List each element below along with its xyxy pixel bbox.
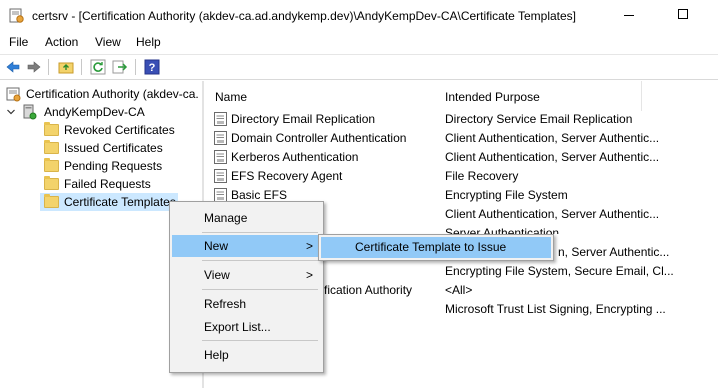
menu-item-new[interactable]: New > [172, 235, 321, 257]
certificate-template-icon [214, 112, 227, 126]
menu-item-label: View [204, 268, 230, 282]
template-name: Directory Email Replication [231, 112, 376, 126]
menu-separator [202, 340, 318, 341]
ca-server-icon [23, 104, 37, 120]
template-purpose: Encrypting File System [445, 188, 568, 202]
certificate-template-icon [214, 150, 227, 164]
folder-icon [44, 158, 59, 172]
window-title: certsrv - [Certification Authority (akde… [32, 9, 576, 23]
tree-item-certificate-templates[interactable]: Certificate Templates [40, 193, 178, 211]
certificate-template-icon [214, 188, 227, 202]
folder-icon [44, 176, 59, 190]
certificate-template-icon [214, 169, 227, 183]
template-name: fication Authority [324, 283, 413, 297]
tree-item-label: Certification Authority (akdev-ca. [26, 87, 199, 101]
back-arrow-icon[interactable] [5, 59, 21, 75]
menu-item-label: New [204, 239, 229, 253]
tree-item-label: Revoked Certificates [64, 123, 175, 137]
menu-separator [202, 232, 318, 233]
toolbar-separator [48, 59, 49, 75]
template-purpose: Client Authentication, Server Authentic.… [445, 150, 660, 164]
template-name: Kerberos Authentication [231, 150, 359, 164]
template-purpose: Directory Service Email Replication [445, 112, 633, 126]
refresh-icon[interactable] [90, 59, 106, 75]
submenu-arrow-icon: > [306, 268, 314, 282]
template-purpose: n, Server Authentic... [558, 245, 670, 259]
folder-icon [44, 140, 59, 154]
template-purpose: <All> [445, 283, 473, 297]
tree-item-revoked-certificates[interactable]: Revoked Certificates [0, 121, 202, 139]
tree-item-label: Pending Requests [64, 159, 163, 173]
tree-item-failed-requests[interactable]: Failed Requests [0, 175, 202, 193]
certificate-authority-icon [6, 87, 21, 102]
template-purpose: Microsoft Trust List Signing, Encrypting… [445, 302, 666, 316]
menu-file[interactable]: File [9, 35, 28, 49]
tree-item-issued-certificates[interactable]: Issued Certificates [0, 139, 202, 157]
tree-item-pending-requests[interactable]: Pending Requests [0, 157, 202, 175]
folder-icon [44, 194, 59, 208]
tree-item-label: Certificate Templates [64, 195, 176, 209]
table-row[interactable]: EFS Recovery Agent File Recovery [206, 167, 718, 186]
menu-action[interactable]: Action [45, 35, 78, 49]
tree-item-label: Issued Certificates [64, 141, 163, 155]
svg-text:?: ? [149, 62, 156, 74]
menu-view[interactable]: View [95, 35, 121, 49]
table-row[interactable]: Domain Controller Authentication Client … [206, 129, 718, 148]
menu-item-label: Help [204, 348, 229, 362]
tree-item-ca[interactable]: AndyKempDev-CA [0, 103, 202, 121]
menu-item-manage[interactable]: Manage [172, 207, 321, 229]
export-list-icon[interactable] [112, 59, 128, 75]
certsrv-app-icon [9, 8, 24, 23]
template-name: Basic EFS [231, 188, 288, 202]
certificate-template-icon [214, 131, 227, 145]
forward-arrow-icon[interactable] [26, 59, 42, 75]
tree-item-certification-authority[interactable]: Certification Authority (akdev-ca. [0, 85, 202, 103]
toolbar-separator [135, 59, 136, 75]
template-purpose: Encrypting File System, Secure Email, Cl… [445, 264, 674, 278]
minimize-button[interactable] [622, 8, 636, 22]
context-menu: Manage New > View > Refresh Export List.… [169, 201, 324, 373]
template-name: Domain Controller Authentication [231, 131, 407, 145]
menu-item-help[interactable]: Help [172, 344, 321, 366]
column-header-name[interactable]: Name [215, 81, 247, 111]
menu-item-view[interactable]: View > [172, 264, 321, 286]
title-bar: certsrv - [Certification Authority (akde… [0, 0, 718, 32]
toolbar-separator [81, 59, 82, 75]
up-folder-icon[interactable] [58, 59, 74, 75]
column-header-intended-purpose[interactable]: Intended Purpose [445, 81, 540, 111]
chevron-down-icon[interactable] [6, 107, 16, 117]
submenu-arrow-icon: > [306, 239, 314, 253]
maximize-button[interactable] [678, 9, 688, 19]
tree-item-label: Failed Requests [64, 177, 151, 191]
menu-bar: File Action View Help [0, 32, 718, 52]
menu-item-label: Refresh [204, 297, 247, 311]
template-purpose: Client Authentication, Server Authentic.… [445, 131, 660, 145]
new-submenu: Certificate Template to Issue [318, 234, 554, 261]
template-purpose: File Recovery [445, 169, 519, 183]
menu-separator [202, 260, 318, 261]
column-divider[interactable] [641, 81, 642, 111]
table-row[interactable]: Kerberos Authentication Client Authentic… [206, 148, 718, 167]
menu-item-label: Certificate Template to Issue [355, 240, 507, 254]
folder-icon [44, 122, 59, 136]
help-icon[interactable]: ? [144, 59, 160, 75]
menu-item-export-list[interactable]: Export List... [172, 316, 321, 338]
template-purpose: Client Authentication, Server Authentic.… [445, 207, 660, 221]
menu-item-label: Manage [204, 211, 248, 225]
template-purpose: Server Authentication [445, 226, 560, 234]
menu-help[interactable]: Help [136, 35, 161, 49]
toolbar: ? [0, 54, 718, 80]
menu-separator [202, 289, 318, 290]
menu-item-certificate-template-to-issue[interactable]: Certificate Template to Issue [321, 237, 551, 258]
menu-item-label: Export List... [204, 320, 271, 334]
menu-item-refresh[interactable]: Refresh [172, 293, 321, 315]
tree-item-label: AndyKempDev-CA [44, 105, 145, 119]
table-row[interactable]: Directory Email Replication Directory Se… [206, 110, 718, 129]
template-name: EFS Recovery Agent [231, 169, 343, 183]
